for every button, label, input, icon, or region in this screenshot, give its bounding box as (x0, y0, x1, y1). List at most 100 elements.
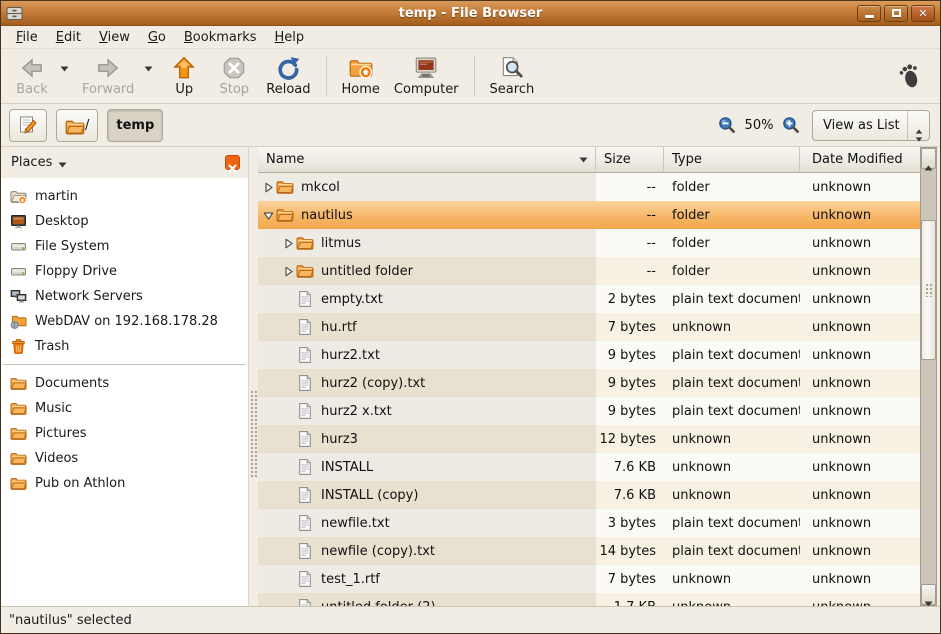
table-row[interactable]: newfile.txt3 bytesplain text documentunk… (258, 509, 920, 537)
menu-item-help[interactable]: Help (266, 27, 314, 48)
table-row[interactable]: mkcol--folderunknown (258, 173, 920, 201)
edit-location-button[interactable] (9, 109, 47, 142)
maximize-button[interactable] (884, 5, 908, 22)
scrollbar-thumb[interactable] (921, 220, 936, 360)
sidebar-item-pictures[interactable]: Pictures (1, 421, 248, 446)
computer-button[interactable]: Computer (387, 53, 466, 99)
sidebar-item-documents[interactable]: Documents (1, 371, 248, 396)
table-row[interactable]: test_1.rtf7 bytesunknownunknown (258, 565, 920, 593)
table-row[interactable]: newfile (copy).txt14 bytesplain text doc… (258, 537, 920, 565)
row-size-cell: 12 bytes (596, 425, 664, 453)
drive-icon (10, 263, 27, 280)
menu-item-bookmarks[interactable]: Bookmarks (175, 27, 266, 48)
expander-closed-icon[interactable] (261, 182, 276, 193)
titlebar[interactable]: temp - File Browser ✕ (1, 1, 940, 26)
stop-button[interactable]: Stop (209, 53, 259, 99)
sidebar-item-pub-on-athlon[interactable]: Pub on Athlon (1, 471, 248, 496)
row-type-cell: folder (664, 229, 800, 257)
sidebar-close-button[interactable] (225, 155, 240, 170)
path-button-temp[interactable]: temp (107, 109, 163, 142)
folder-icon (276, 206, 294, 224)
sidebar-item-videos[interactable]: Videos (1, 446, 248, 471)
sidebar-item-music[interactable]: Music (1, 396, 248, 421)
row-type-cell: plain text document (664, 537, 800, 565)
table-row[interactable]: empty.txt2 bytesplain text documentunkno… (258, 285, 920, 313)
scroll-up-button[interactable] (921, 148, 936, 169)
menu-item-edit[interactable]: Edit (47, 27, 90, 48)
sidebar-item-martin[interactable]: martin (1, 184, 248, 209)
row-name-cell: nautilus (258, 201, 596, 229)
menu-item-go[interactable]: Go (139, 27, 175, 48)
expander-open-icon[interactable] (261, 210, 276, 221)
home-button[interactable]: Home (335, 53, 387, 99)
toolbar-button-label: Reload (266, 82, 310, 97)
sidebar-item-network-servers[interactable]: Network Servers (1, 284, 248, 309)
sidebar-item-webdav-on-192-168-178-28[interactable]: WebDAV on 192.168.178.28 (1, 309, 248, 334)
zoom-in-button[interactable] (782, 116, 800, 134)
menu-item-view[interactable]: View (90, 27, 139, 48)
up-arrow-icon (171, 55, 197, 81)
table-row[interactable]: nautilus--folderunknown (258, 201, 920, 229)
sidebar-item-trash[interactable]: Trash (1, 334, 248, 359)
sidebar-item-label: WebDAV on 192.168.178.28 (35, 314, 218, 329)
file-rows: mkcol--folderunknownnautilus--folderunkn… (258, 173, 920, 606)
table-row[interactable]: untitled folder--folderunknown (258, 257, 920, 285)
window-title: temp - File Browser (1, 6, 940, 21)
file-name: newfile (copy).txt (321, 544, 435, 559)
table-row[interactable]: INSTALL7.6 KBunknownunknown (258, 453, 920, 481)
scroll-down-icon (924, 592, 933, 598)
document-icon (296, 318, 314, 336)
back-button[interactable]: Back (7, 53, 57, 99)
search-button[interactable]: Search (483, 53, 542, 99)
drive-icon (10, 238, 27, 255)
reload-button[interactable]: Reload (259, 53, 317, 99)
expander-closed-icon[interactable] (281, 238, 296, 249)
vertical-scrollbar[interactable] (920, 147, 937, 606)
view-mode-select[interactable]: View as List (812, 110, 930, 141)
sidebar-item-desktop[interactable]: Desktop (1, 209, 248, 234)
minimize-button[interactable] (857, 5, 881, 22)
column-header-size[interactable]: Size (596, 147, 664, 172)
close-x-icon (228, 158, 237, 167)
root-path-button[interactable]: / (56, 109, 98, 142)
menubar: FileEditViewGoBookmarksHelp (1, 26, 940, 49)
forward-button[interactable]: Forward (75, 53, 141, 99)
up-button[interactable]: Up (159, 53, 209, 99)
places-dropdown-arrow-icon[interactable] (58, 153, 67, 172)
column-header-name[interactable]: Name (258, 147, 596, 172)
table-row[interactable]: INSTALL (copy)7.6 KBunknownunknown (258, 481, 920, 509)
column-header-type[interactable]: Type (664, 147, 800, 172)
close-button[interactable]: ✕ (911, 5, 935, 22)
pane-separator[interactable] (248, 147, 258, 606)
back-history-dropdown[interactable] (57, 66, 71, 72)
expander-closed-icon[interactable] (281, 266, 296, 277)
sidebar-item-label: Pictures (35, 426, 86, 441)
table-row[interactable]: hurz312 bytesunknownunknown (258, 425, 920, 453)
sidebar-item-file-system[interactable]: File System (1, 234, 248, 259)
pane-resize-grip[interactable] (250, 390, 257, 478)
table-row[interactable]: litmus--folderunknown (258, 229, 920, 257)
table-row[interactable]: hurz2.txt9 bytesplain text documentunkno… (258, 341, 920, 369)
scroll-down-button[interactable] (921, 584, 936, 605)
document-icon (296, 374, 314, 392)
table-row[interactable]: hurz2 (copy).txt9 bytesplain text docume… (258, 369, 920, 397)
row-type-cell: folder (664, 201, 800, 229)
file-name: hurz2 (copy).txt (321, 376, 425, 391)
column-header-label: Type (672, 152, 702, 167)
table-row[interactable]: hu.rtf7 bytesunknownunknown (258, 313, 920, 341)
toolbar-button-label: Back (16, 82, 48, 97)
places-dropdown[interactable]: Places (11, 155, 52, 170)
table-row[interactable]: untitled folder (2)1.7 KBunknownunknown (258, 593, 920, 606)
column-header-date-modified[interactable]: Date Modified (800, 147, 920, 172)
table-row[interactable]: hurz2 x.txt9 bytesplain text documentunk… (258, 397, 920, 425)
document-icon (296, 430, 314, 448)
folder-icon (276, 178, 294, 196)
forward-history-dropdown[interactable] (141, 66, 155, 72)
sidebar-item-floppy-drive[interactable]: Floppy Drive (1, 259, 248, 284)
row-name-cell: newfile (copy).txt (258, 537, 596, 565)
menu-item-file[interactable]: File (7, 27, 47, 48)
stop-icon (221, 55, 247, 81)
document-icon (296, 570, 314, 588)
zoom-out-button[interactable] (718, 116, 736, 134)
row-size-cell: 7 bytes (596, 313, 664, 341)
